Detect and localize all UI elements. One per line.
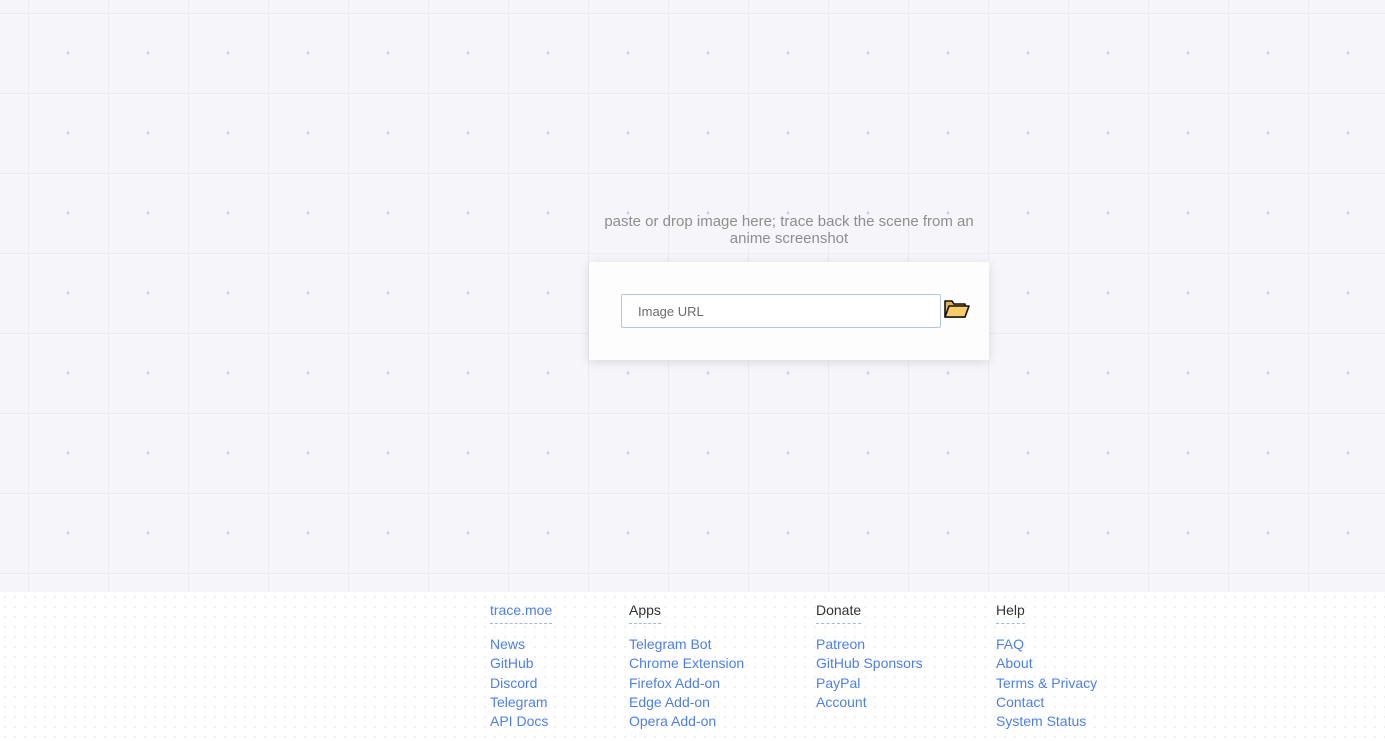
upload-card xyxy=(589,262,989,360)
footer-link-contact[interactable]: Contact xyxy=(996,693,1097,712)
footer-link-discord[interactable]: Discord xyxy=(490,674,552,693)
footer-link-github-sponsors[interactable]: GitHub Sponsors xyxy=(816,654,923,673)
drop-hint: paste or drop image here; trace back the… xyxy=(604,213,974,247)
image-url-input[interactable] xyxy=(621,294,941,328)
footer-link-system-status[interactable]: System Status xyxy=(996,712,1097,731)
footer-link-chrome-extension[interactable]: Chrome Extension xyxy=(629,654,744,673)
footer-link-patreon[interactable]: Patreon xyxy=(816,635,923,654)
footer-link-telegram-bot[interactable]: Telegram Bot xyxy=(629,635,744,654)
footer-title-help: Help xyxy=(996,602,1025,624)
footer-column-donate: Donate Patreon GitHub Sponsors PayPal Ac… xyxy=(816,602,923,712)
footer-column-help: Help FAQ About Terms & Privacy Contact S… xyxy=(996,602,1097,731)
footer-link-paypal[interactable]: PayPal xyxy=(816,674,923,693)
main-area[interactable]: paste or drop image here; trace back the… xyxy=(0,0,1385,592)
footer-link-faq[interactable]: FAQ xyxy=(996,635,1097,654)
footer-link-firefox-addon[interactable]: Firefox Add-on xyxy=(629,674,744,693)
footer-link-news[interactable]: News xyxy=(490,635,552,654)
footer-link-api-docs[interactable]: API Docs xyxy=(490,712,552,731)
footer-link-terms-privacy[interactable]: Terms & Privacy xyxy=(996,674,1097,693)
footer: trace.moe News GitHub Discord Telegram A… xyxy=(0,592,1385,741)
footer-column-tracemoe: trace.moe News GitHub Discord Telegram A… xyxy=(490,602,553,731)
footer-title-apps: Apps xyxy=(629,602,661,624)
footer-title-tracemoe[interactable]: trace.moe xyxy=(490,602,553,624)
footer-link-account[interactable]: Account xyxy=(816,693,923,712)
footer-link-opera-addon[interactable]: Opera Add-on xyxy=(629,712,744,731)
footer-link-github[interactable]: GitHub xyxy=(490,654,552,673)
footer-link-edge-addon[interactable]: Edge Add-on xyxy=(629,693,744,712)
footer-link-telegram[interactable]: Telegram xyxy=(490,693,552,712)
footer-title-donate: Donate xyxy=(816,602,862,624)
footer-link-about[interactable]: About xyxy=(996,654,1097,673)
footer-column-apps: Apps Telegram Bot Chrome Extension Firef… xyxy=(629,602,744,731)
folder-open-icon[interactable] xyxy=(943,297,971,321)
